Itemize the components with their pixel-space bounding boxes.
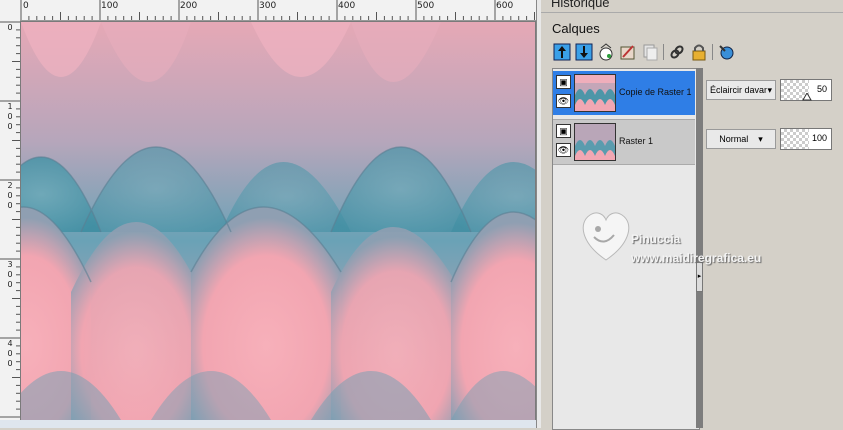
layers-panel-title: Calques xyxy=(552,21,600,36)
ruler-vlabel-300b: 0 xyxy=(7,270,13,279)
ruler-label-0: 0 xyxy=(23,1,29,11)
opacity-slider-marker xyxy=(802,93,812,101)
ruler-vlabel-100a: 1 xyxy=(7,102,13,111)
layer-row-icons: ▣ 👁 xyxy=(556,75,571,111)
chevron-down-icon: ▾ xyxy=(767,84,772,95)
visibility-eye-icon[interactable]: 👁 xyxy=(556,143,571,157)
blend-mode-value: Normal xyxy=(719,134,749,144)
layer-thumbnail xyxy=(574,123,616,161)
layer-row-raster-1[interactable]: ▣ 👁 Raster 1 xyxy=(553,119,695,165)
lock-transparency-icon[interactable] xyxy=(689,42,709,62)
adjustment-layer-icon[interactable] xyxy=(618,42,638,62)
watermark: Pinuccia www.maidiregrafica.eu xyxy=(576,205,816,275)
horizontal-ruler: 0 100 200 300 400 500 600 xyxy=(0,0,540,21)
opacity-slider-layer-2[interactable]: 100 xyxy=(780,128,832,150)
layer-row-icons: ▣ 👁 xyxy=(556,124,571,160)
ruler-label-200: 200 xyxy=(180,1,198,11)
ruler-vlabel-200a: 2 xyxy=(7,181,13,190)
layer-thumbnail xyxy=(574,74,616,112)
ruler-vlabel-300a: 3 xyxy=(7,260,13,269)
ruler-label-100: 100 xyxy=(101,1,119,11)
ruler-label-600: 600 xyxy=(496,1,514,11)
ruler-label-400: 400 xyxy=(338,1,356,11)
opacity-value: 100 xyxy=(811,133,827,143)
artwork-image xyxy=(21,22,535,420)
ruler-vlabel-0: 0 xyxy=(7,23,13,32)
new-raster-layer-icon[interactable] xyxy=(552,42,572,62)
duplicate-layer-icon[interactable] xyxy=(640,42,660,62)
layer-palette-options-icon[interactable] xyxy=(716,42,736,62)
blend-mode-value: Éclaircir davantage xyxy=(710,85,767,95)
layer-group-icon[interactable]: ▣ xyxy=(556,75,571,89)
history-title: Historique xyxy=(551,0,610,10)
blend-mode-dropdown-layer-1[interactable]: Éclaircir davantage▾ xyxy=(706,80,776,100)
new-mask-layer-icon[interactable] xyxy=(596,42,616,62)
layer-row-copie-de-raster-1[interactable]: ▣ 👁 Copie de Raster 1 xyxy=(553,71,695,115)
ruler-vlabel-100c: 0 xyxy=(7,122,13,131)
layer-group-icon[interactable]: ▣ xyxy=(556,124,571,138)
ruler-vlabel-100b: 0 xyxy=(7,112,13,121)
heart-logo-icon xyxy=(582,212,630,261)
image-canvas[interactable] xyxy=(20,21,536,421)
vertical-ruler: 0 1 0 0 2 0 0 3 0 0 4 0 0 xyxy=(0,20,21,420)
layer-name: Copie de Raster 1 xyxy=(619,87,692,97)
opacity-value: 50 xyxy=(816,84,827,94)
ruler-vlabel-400b: 0 xyxy=(7,349,13,358)
ruler-label-300: 300 xyxy=(259,1,277,11)
visibility-eye-icon[interactable]: 👁 xyxy=(556,94,571,108)
blend-mode-dropdown-layer-2[interactable]: Normal ▾ xyxy=(706,129,776,149)
ruler-label-500: 500 xyxy=(417,1,435,11)
watermark-name: Pinuccia xyxy=(631,232,681,246)
link-layers-icon[interactable] xyxy=(667,42,687,62)
canvas-area[interactable]: 0 100 200 300 400 500 600 0 1 0 0 2 0 0 … xyxy=(0,0,540,428)
ruler-vlabel-200c: 0 xyxy=(7,201,13,210)
layer-name: Raster 1 xyxy=(619,136,654,146)
history-panel-header[interactable]: Historique xyxy=(541,0,843,13)
toolbar-separator-2 xyxy=(712,44,713,60)
canvas-horizontal-scrollbar[interactable] xyxy=(0,420,540,428)
chevron-down-icon: ▾ xyxy=(758,133,763,144)
ruler-vlabel-200b: 0 xyxy=(7,191,13,200)
ruler-vlabel-400c: 0 xyxy=(7,359,13,368)
new-vector-layer-icon[interactable] xyxy=(574,42,594,62)
opacity-slider-layer-1[interactable]: 50 xyxy=(780,79,832,101)
toolbar-separator xyxy=(663,44,664,60)
ruler-vlabel-300c: 0 xyxy=(7,280,13,289)
ruler-vlabel-400a: 4 xyxy=(7,339,13,348)
watermark-url: www.maidiregrafica.eu xyxy=(631,251,762,265)
